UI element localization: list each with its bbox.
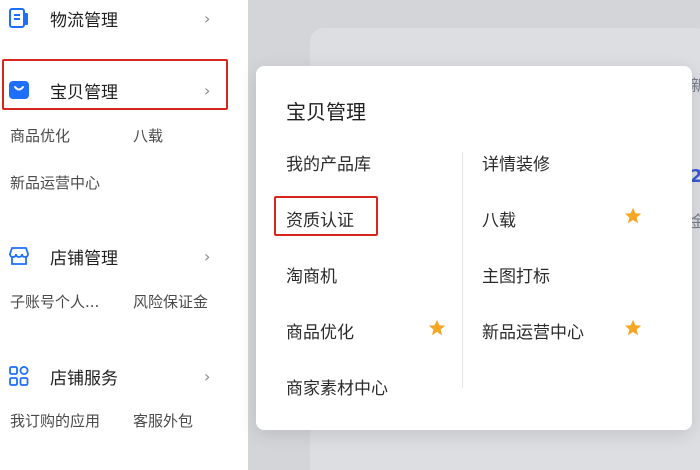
grid-apps-icon bbox=[8, 365, 30, 387]
sidebar-section-title: 店铺服务 bbox=[50, 368, 118, 389]
chevron-right-icon: › bbox=[204, 246, 211, 266]
popup-title: 宝贝管理 bbox=[286, 100, 366, 124]
sidebar-section-store[interactable]: 店铺管理 › bbox=[0, 234, 248, 278]
sidebar-section-title: 物流管理 bbox=[50, 10, 118, 31]
sidebar-highlight-box bbox=[2, 59, 228, 110]
menu-item-taoshangji[interactable]: 淘商机 bbox=[286, 262, 337, 287]
menu-item-main-image-tag[interactable]: 主图打标 bbox=[482, 262, 550, 287]
sidebar-subitem-bazai[interactable]: 八载 bbox=[133, 125, 163, 146]
sidebar-subitem-sub-account[interactable]: 子账号个人... bbox=[10, 291, 99, 312]
menu-item-detail-decoration[interactable]: 详情装修 bbox=[482, 150, 550, 175]
menu-item-product-optimize[interactable]: 商品优化 bbox=[286, 318, 354, 343]
sidebar-section-title: 店铺管理 bbox=[50, 248, 118, 269]
star-icon bbox=[624, 207, 642, 224]
sidebar-subitem-my-apps[interactable]: 我订购的应用 bbox=[10, 410, 100, 431]
sidebar-section-service[interactable]: 店铺服务 › bbox=[0, 354, 248, 398]
popup-divider bbox=[462, 152, 463, 388]
sidebar-subitem-new-product-center[interactable]: 新品运营中心 bbox=[10, 172, 100, 193]
sidebar-section-logistics[interactable]: 物流管理 › bbox=[0, 0, 248, 40]
menu-item-new-product-center[interactable]: 新品运营中心 bbox=[482, 318, 584, 343]
store-icon bbox=[8, 245, 30, 267]
sidebar-subitem-risk-deposit[interactable]: 风险保证金 bbox=[133, 291, 208, 312]
sidebar: 物流管理 › 宝贝管理 › 商品优化 八载 新品运营中心 店铺管理 › 子账号个… bbox=[0, 0, 248, 470]
menu-item-product-library[interactable]: 我的产品库 bbox=[286, 150, 371, 175]
chevron-right-icon: › bbox=[204, 366, 211, 386]
star-icon bbox=[428, 319, 446, 336]
sidebar-subitem-cs-outsourcing[interactable]: 客服外包 bbox=[133, 410, 193, 431]
chevron-right-icon: › bbox=[204, 8, 211, 28]
sidebar-subitem-product-optimize[interactable]: 商品优化 bbox=[10, 125, 70, 146]
goods-management-popup: 宝贝管理 我的产品库 资质认证 淘商机 商品优化 商家素材中心 详情装修 八载 … bbox=[256, 66, 692, 430]
logistics-doc-icon bbox=[8, 7, 30, 29]
menu-highlight-box bbox=[274, 196, 378, 236]
star-icon bbox=[624, 319, 642, 336]
menu-item-merchant-materials[interactable]: 商家素材中心 bbox=[286, 374, 388, 399]
menu-item-bazai[interactable]: 八载 bbox=[482, 206, 516, 231]
